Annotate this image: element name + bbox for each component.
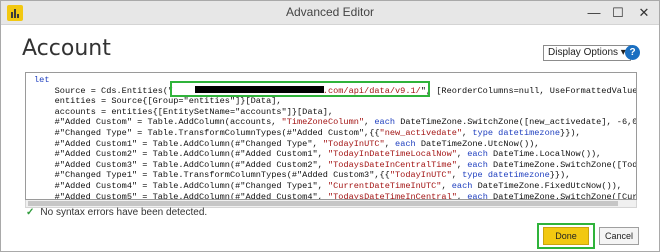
- code-token: }}),: [549, 170, 571, 181]
- code-line: #"Added Custom2" = Table.AddColumn(#"Add…: [34, 149, 602, 160]
- code-line: #"Added Custom" = Table.AddColumn(accoun…: [34, 117, 637, 128]
- code-line: #"Changed Type" = Table.TransformColumnT…: [34, 128, 581, 139]
- minimize-button[interactable]: —: [583, 3, 605, 23]
- code-token: "TodaysDateInCentralTime": [327, 159, 457, 170]
- code-token: #"Added Custom" = Table.AddColumn(accoun…: [34, 117, 282, 128]
- code-line: #"Added Custom4" = Table.AddColumn(#"Cha…: [34, 181, 622, 192]
- code-token: ,: [364, 117, 375, 128]
- code-token: ,: [451, 170, 463, 181]
- code-token: #"Added Custom3" = Table.AddColumn(#"Add…: [34, 159, 328, 170]
- code-token: DateTimeZone.SwitchZone([TodayInUTC], -6…: [493, 159, 637, 170]
- code-line: let: [34, 75, 49, 86]
- code-token: type datetimezone: [462, 170, 550, 181]
- display-options-dropdown[interactable]: Display Options ▾: [543, 45, 631, 61]
- code-line: #"Changed Type1" = Table.TransformColumn…: [34, 170, 571, 181]
- code-token: #"Added Custom2" = Table.AddColumn(#"Add…: [34, 149, 328, 160]
- code-token: ,: [456, 149, 468, 160]
- code-token: let: [34, 75, 50, 85]
- code-line: #"Added Custom1" = Table.AddColumn(#"Cha…: [34, 138, 540, 150]
- scrollbar-thumb[interactable]: [28, 201, 618, 206]
- code-line: entities = Source{[Group="entities"]}[Da…: [34, 96, 282, 107]
- code-token: DateTimeZone.SwitchZone([new_activedate]…: [395, 117, 637, 128]
- code-token: DateTimeZone.FixedUtcNow()),: [472, 181, 622, 191]
- code-token: "new_activedate": [379, 128, 463, 138]
- code-token: DateTime.LocalNow()),: [487, 149, 602, 160]
- code-token: #"Added Custom5" = Table.AddColumn(#"Add…: [34, 191, 328, 200]
- code-token: "TodayInUTC": [322, 138, 385, 149]
- code-token: #"Added Custom4" = Table.AddColumn(#"Cha…: [34, 181, 328, 191]
- code-token: "TodayInUTC": [389, 170, 452, 181]
- code-token: ", [ReorderColumns=null, UseFormattedVal…: [420, 85, 637, 96]
- code-token: ,: [456, 191, 468, 200]
- help-icon[interactable]: ?: [625, 45, 640, 60]
- code-token: each: [467, 149, 488, 160]
- code-token: #"Changed Type" = Table.TransformColumnT…: [34, 128, 380, 138]
- code-token: DateTimeZone.SwitchZone([CurrentDateTime…: [493, 191, 637, 200]
- code-token: accounts = entities{[EntitySetName="acco…: [34, 106, 334, 117]
- code-token: ,: [462, 128, 473, 138]
- code-line: accounts = entities{[EntitySetName="acco…: [34, 106, 334, 118]
- code-token: ,: [384, 138, 396, 149]
- advanced-editor-window: Advanced Editor — ☐ ✕ Account Display Op…: [0, 0, 660, 252]
- query-name-heading: Account: [22, 36, 111, 61]
- syntax-status: ✓ No syntax errors have been detected.: [26, 207, 207, 218]
- code-token: Source = Cds.Entities(": [34, 85, 174, 96]
- window-title: Advanced Editor: [285, 5, 375, 19]
- code-token: ,: [456, 159, 468, 170]
- code-token: type datetimezone: [472, 128, 561, 138]
- code-token: "TodayInDateTimeLocalNow": [327, 149, 457, 160]
- code-token: "CurrentDateTimeInUTC": [327, 181, 442, 191]
- code-token: entities = Source{[Group="entities"]}[Da…: [34, 96, 282, 107]
- cancel-button[interactable]: Cancel: [599, 227, 639, 245]
- redacted-region: [195, 86, 324, 93]
- code-token: each: [467, 191, 488, 200]
- maximize-button[interactable]: ☐: [607, 3, 629, 23]
- code-token: "TodaysDateTimeInCentral": [327, 191, 457, 200]
- code-token: DateTimeZone.UtcNow()),: [415, 138, 540, 149]
- code-token: each: [374, 117, 396, 128]
- code-token: #"Added Custom1" = Table.AddColumn(#"Cha…: [34, 138, 323, 149]
- code-token: #"Changed Type1" = Table.TransformColumn…: [34, 170, 390, 181]
- code-token: "TimeZoneColumn": [281, 117, 365, 128]
- code-line: #"Added Custom5" = Table.AddColumn(#"Add…: [34, 191, 637, 200]
- code-token: ,: [441, 181, 452, 191]
- done-button[interactable]: Done: [543, 227, 589, 245]
- code-line: #"Added Custom3" = Table.AddColumn(#"Add…: [34, 159, 637, 171]
- title-bar[interactable]: Advanced Editor — ☐ ✕: [1, 1, 659, 25]
- checkmark-icon: ✓: [26, 207, 35, 218]
- code-token: each: [451, 181, 473, 191]
- code-editor[interactable]: #"Added Custom5" = Table.AddColumn(#"Add…: [25, 72, 637, 200]
- close-button[interactable]: ✕: [633, 3, 655, 23]
- syntax-status-message: No syntax errors have been detected.: [40, 207, 208, 218]
- code-token: }}),: [560, 128, 581, 138]
- code-token: each: [467, 159, 488, 170]
- code-token: each: [395, 138, 416, 149]
